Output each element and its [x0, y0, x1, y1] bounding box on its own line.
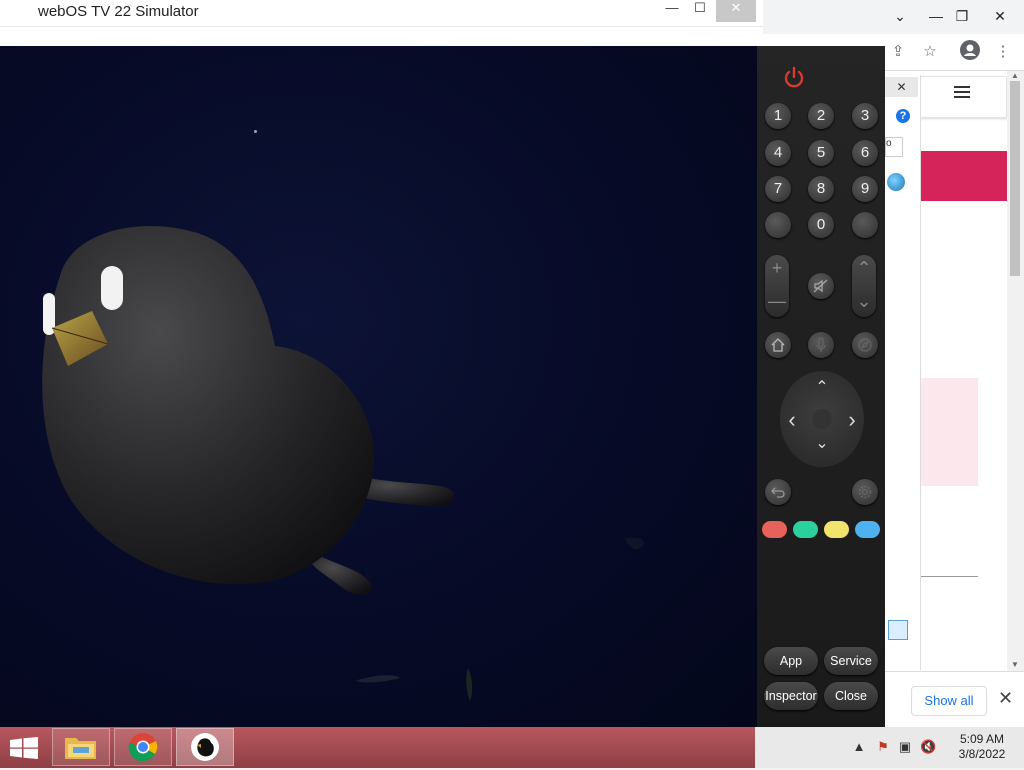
app-button[interactable]: App — [764, 647, 818, 675]
clock-time: 5:09 AM — [959, 732, 1005, 746]
power-icon[interactable] — [783, 66, 805, 88]
number-3-button[interactable]: 3 — [852, 103, 878, 129]
list-button[interactable]: •• — [765, 212, 791, 238]
volume-up-icon[interactable]: + — [765, 258, 789, 279]
settings-button[interactable] — [852, 479, 878, 505]
chevron-down-icon[interactable]: ⌄ — [885, 2, 915, 30]
number-8-button[interactable]: 8 — [808, 176, 834, 202]
channel-rocker[interactable]: ⌃ ⌄ — [852, 255, 876, 317]
ok-button[interactable] — [812, 409, 832, 429]
restore-button[interactable]: ❐ — [947, 2, 977, 30]
number-4-button[interactable]: 4 — [765, 140, 791, 166]
home-button[interactable] — [765, 332, 791, 358]
mic-button[interactable] — [808, 332, 834, 358]
back-arrow-icon — [771, 487, 785, 498]
yellow-button[interactable] — [824, 521, 849, 538]
chrome-titlebar: ⌄ — ❐ ✕ — [755, 0, 1024, 34]
window-title: webOS TV 22 Simulator — [38, 3, 199, 20]
show-all-button[interactable]: Show all — [911, 686, 987, 716]
share-icon[interactable]: ⇪ — [886, 40, 910, 64]
nav-left-icon[interactable]: ‹ — [782, 407, 802, 433]
inspector-button[interactable]: Inspector — [764, 682, 818, 710]
chrome-icon — [128, 733, 158, 762]
simulator-side-panel: ✕ ? o — [885, 75, 921, 670]
nav-right-icon[interactable]: › — [842, 407, 862, 433]
bookmark-star-icon[interactable]: ☆ — [918, 40, 942, 64]
simulator-window: webOS TV 22 Simulator — ☐ ✕ 1 2 3 4 5 6 … — [0, 0, 885, 727]
tv-screen[interactable] — [0, 46, 757, 727]
system-tray: ▲ ⚑ ▣ 🔇 5:09 AM 3/8/2022 — [755, 727, 1024, 768]
dash-button[interactable]: — — [852, 212, 878, 238]
close-button[interactable]: Close — [824, 682, 878, 710]
close-button[interactable]: ✕ — [985, 2, 1015, 30]
download-bar-close-icon[interactable]: ✕ — [998, 688, 1013, 709]
taskbar: ▲ ⚑ ▣ 🔇 5:09 AM 3/8/2022 — [0, 727, 1024, 768]
number-0-button[interactable]: 0 — [808, 212, 834, 238]
mute-icon — [813, 279, 828, 293]
pink-card — [920, 378, 978, 486]
chrome-taskbar-item[interactable] — [114, 728, 172, 766]
gear-icon — [858, 485, 872, 499]
side-panel-input[interactable]: o — [885, 137, 903, 157]
side-panel-close-icon[interactable]: ✕ — [885, 77, 918, 97]
number-7-button[interactable]: 7 — [765, 176, 791, 202]
divider — [920, 576, 978, 577]
volume-down-icon[interactable]: — — [765, 291, 789, 312]
nav-down-icon[interactable]: ⌄ — [812, 433, 832, 453]
red-button[interactable] — [762, 521, 787, 538]
navigation-dpad[interactable]: ⌃ ⌄ ‹ › — [780, 371, 864, 467]
green-button[interactable] — [793, 521, 818, 538]
scroll-down-arrow-icon[interactable]: ▼ — [1011, 660, 1019, 669]
file-explorer-taskbar-item[interactable] — [52, 728, 110, 766]
pink-banner — [920, 151, 1007, 201]
folder-icon — [65, 738, 96, 759]
show-hidden-icons-icon[interactable]: ▲ — [851, 739, 867, 755]
number-6-button[interactable]: 6 — [852, 140, 878, 166]
number-5-button[interactable]: 5 — [808, 140, 834, 166]
service-button[interactable]: Service — [824, 647, 878, 675]
page-scrollbar[interactable]: ▲ ▼ — [1007, 71, 1024, 671]
simulator-titlebar: webOS TV 22 Simulator — ☐ ✕ — [0, 0, 763, 27]
microphone-icon — [816, 337, 826, 352]
hamburger-menu-icon[interactable] — [954, 86, 970, 98]
scrollbar-thumb[interactable] — [1010, 81, 1020, 276]
maximize-button[interactable]: ☐ — [680, 0, 720, 22]
network-icon[interactable]: ▣ — [897, 739, 913, 755]
number-2-button[interactable]: 2 — [808, 103, 834, 129]
mute-button[interactable] — [808, 273, 834, 299]
globe-icon[interactable] — [887, 173, 905, 191]
profile-avatar-icon[interactable] — [958, 40, 982, 64]
volume-rocker[interactable]: + — — [765, 255, 789, 317]
action-center-flag-icon[interactable]: ⚑ — [875, 739, 891, 755]
webos-bird-icon — [191, 733, 219, 761]
remote-control: 1 2 3 4 5 6 7 8 9 •• 0 — + — ⌃ ⌄ ⌃ ⌄ ‹ ›… — [757, 46, 885, 727]
nav-up-icon[interactable]: ⌃ — [812, 377, 832, 397]
back-button[interactable] — [765, 479, 791, 505]
home-icon — [771, 338, 785, 352]
close-button[interactable]: ✕ — [716, 0, 756, 22]
search-button[interactable] — [852, 332, 878, 358]
kebab-menu-icon[interactable]: ⋮ — [991, 40, 1015, 64]
image-icon[interactable] — [888, 620, 908, 640]
number-1-button[interactable]: 1 — [765, 103, 791, 129]
windows-start-icon[interactable] — [10, 737, 38, 759]
number-9-button[interactable]: 9 — [852, 176, 878, 202]
volume-muted-icon[interactable]: 🔇 — [920, 739, 936, 755]
clock-date: 3/8/2022 — [958, 747, 1006, 761]
scroll-up-arrow-icon[interactable]: ▲ — [1011, 71, 1019, 80]
channel-up-icon[interactable]: ⌃ — [852, 258, 876, 279]
webos-simulator-taskbar-item[interactable] — [176, 728, 234, 766]
compass-icon — [858, 338, 872, 352]
help-icon[interactable]: ? — [896, 109, 910, 123]
channel-down-icon[interactable]: ⌄ — [852, 291, 876, 312]
clock[interactable]: 5:09 AM 3/8/2022 — [957, 732, 1007, 762]
blue-button[interactable] — [855, 521, 880, 538]
black-bird-character — [42, 226, 645, 701]
